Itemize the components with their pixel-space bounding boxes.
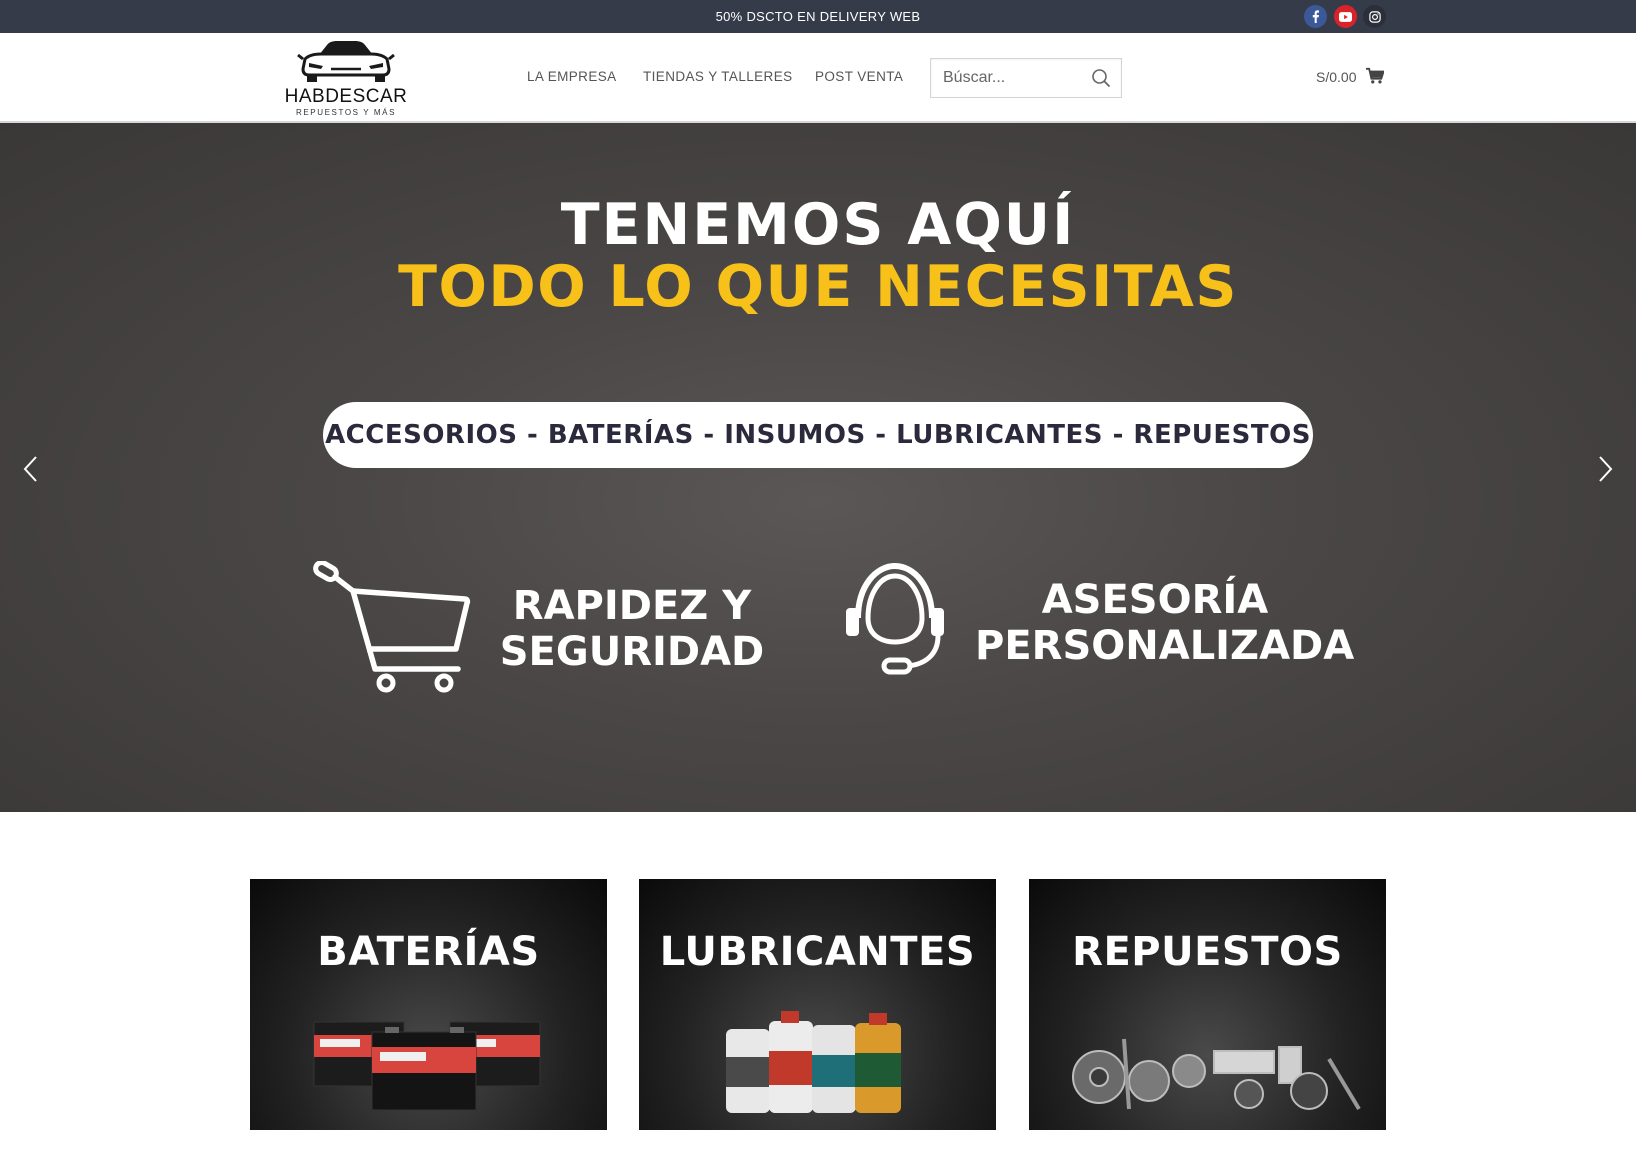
search-box — [930, 58, 1122, 98]
feature-speed-text: RAPIDEZ Y SEGURIDAD — [487, 583, 777, 675]
search-icon[interactable] — [1091, 68, 1111, 88]
shopping-cart-icon — [313, 561, 471, 693]
site-logo[interactable]: HABDESCAR REPUESTOS Y MÁS — [281, 39, 411, 119]
hero-headline: TENEMOS AQUÍ — [560, 192, 1076, 258]
facebook-icon[interactable] — [1304, 5, 1327, 28]
car-logo-icon — [297, 41, 395, 82]
slider-next-arrow-icon[interactable] — [1594, 453, 1616, 485]
logo-name: HABDESCAR — [284, 86, 408, 107]
hero-subheadline: TODO LO QUE NECESITAS — [398, 254, 1238, 320]
category-title: LUBRICANTES — [659, 929, 976, 975]
batteries-image — [313, 1021, 541, 1111]
search-input[interactable] — [931, 59, 1081, 97]
cart-total[interactable]: S/0.00 — [1316, 33, 1356, 121]
slider-prev-arrow-icon[interactable] — [20, 453, 42, 485]
lubricants-image — [726, 1011, 901, 1113]
nav-tiendas-y-talleres[interactable]: TIENDAS Y TALLERES — [643, 33, 793, 121]
site-header: HABDESCAR REPUESTOS Y MÁS LA EMPRESA TIE… — [0, 33, 1636, 123]
category-card-lubricantes[interactable]: LUBRICANTES — [639, 879, 996, 1130]
categories-pill: ACCESORIOS - BATERÍAS - INSUMOS - LUBRIC… — [323, 402, 1313, 468]
categories-pill-text: ACCESORIOS - BATERÍAS - INSUMOS - LUBRIC… — [325, 420, 1311, 450]
youtube-icon[interactable] — [1334, 5, 1357, 28]
promo-text: 50% DSCTO EN DELIVERY WEB — [715, 9, 921, 24]
headset-icon — [846, 562, 944, 675]
category-title: BATERÍAS — [317, 929, 540, 975]
cart-icon[interactable] — [1366, 67, 1384, 85]
feature-advice-line1: ASESORÍA — [1041, 577, 1269, 623]
nav-post-venta[interactable]: POST VENTA — [815, 33, 903, 121]
category-title: REPUESTOS — [1072, 929, 1343, 975]
feature-speed-line1: RAPIDEZ Y — [512, 583, 752, 629]
category-card-repuestos[interactable]: REPUESTOS — [1029, 879, 1386, 1130]
category-card-baterias[interactable]: BATERÍAS — [250, 879, 607, 1130]
feature-advice-text: ASESORÍA PERSONALIZADA — [975, 577, 1355, 669]
nav-la-empresa[interactable]: LA EMPRESA — [527, 33, 617, 121]
feature-speed-line2: SEGURIDAD — [499, 629, 765, 675]
feature-advice-line2: PERSONALIZADA — [975, 623, 1355, 669]
instagram-icon[interactable] — [1363, 5, 1386, 28]
top-announcement-bar: 50% DSCTO EN DELIVERY WEB — [0, 0, 1636, 33]
hero-slider: TENEMOS AQUÍ TODO LO QUE NECESITAS ACCES… — [0, 123, 1636, 812]
parts-image — [1072, 1038, 1361, 1111]
logo-tagline: REPUESTOS Y MÁS — [295, 108, 397, 117]
